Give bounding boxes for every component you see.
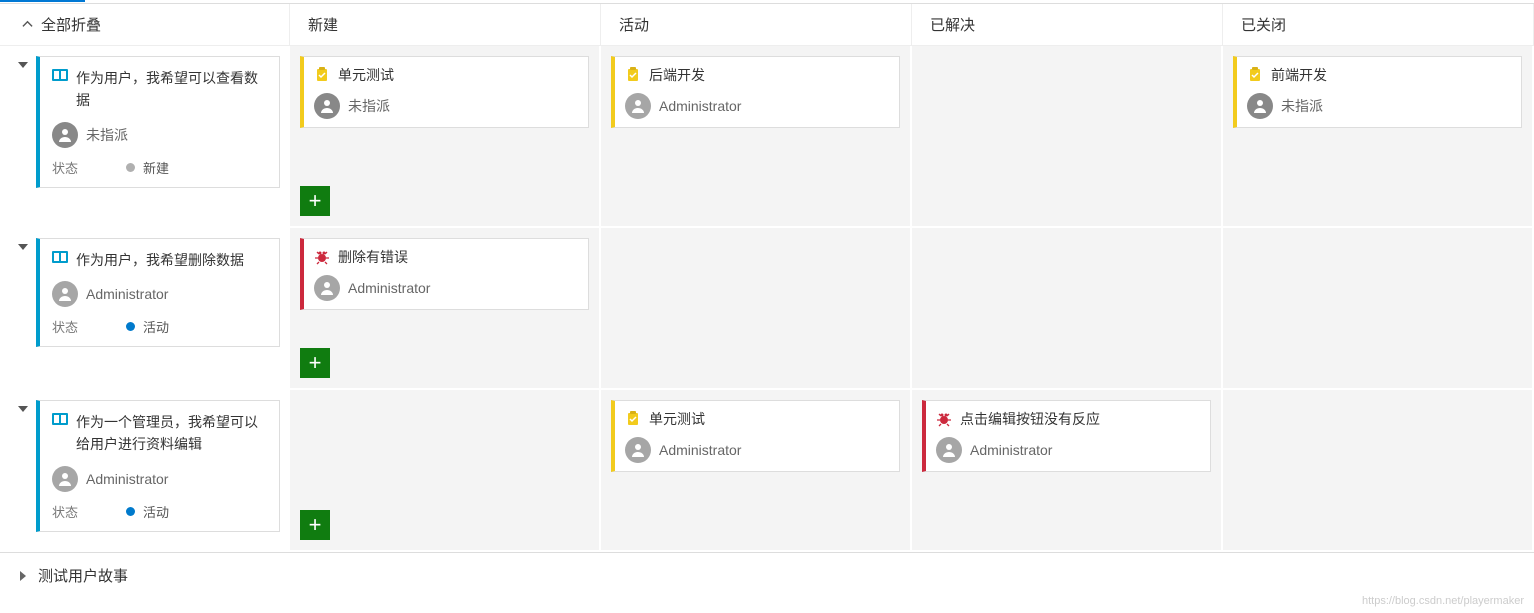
add-item-button[interactable]: + xyxy=(300,510,330,540)
column-header-new[interactable]: 新建 xyxy=(290,4,601,45)
task-icon xyxy=(1247,67,1263,83)
column-headers: 全部折叠 新建 活动 已解决 已关闭 xyxy=(0,4,1534,46)
lane-active[interactable] xyxy=(601,228,912,388)
avatar-unassigned-icon xyxy=(52,122,78,148)
state-field-label: 状态 xyxy=(52,158,78,177)
swimlane-row: 作为用户，我希望可以查看数据 未指派 状态 新建 单元测试 未指派 xyxy=(0,46,1534,228)
state-dot-icon xyxy=(126,322,135,331)
work-item-card[interactable]: 点击编辑按钮没有反应 Administrator xyxy=(922,400,1211,472)
watermark: https://blog.csdn.net/playermaker xyxy=(1362,595,1524,607)
assignee-label: 未指派 xyxy=(86,125,128,145)
avatar-icon xyxy=(314,275,340,301)
state-dot-icon xyxy=(126,507,135,516)
avatar-icon xyxy=(52,281,78,307)
user-story-icon xyxy=(52,411,68,427)
lane-active[interactable]: 后端开发 Administrator xyxy=(601,46,912,226)
work-item-card[interactable]: 单元测试 未指派 xyxy=(300,56,589,128)
add-item-button[interactable]: + xyxy=(300,186,330,216)
column-header-resolved[interactable]: 已解决 xyxy=(912,4,1223,45)
group-label: 测试用户故事 xyxy=(38,565,128,586)
story-title: 作为用户，我希望删除数据 xyxy=(76,249,244,271)
work-item-card[interactable]: 后端开发 Administrator xyxy=(611,56,900,128)
lane-new[interactable]: 单元测试 未指派 + xyxy=(290,46,601,226)
lane-new[interactable]: + xyxy=(290,390,601,550)
state-dot-icon xyxy=(126,163,135,172)
collapse-all-button[interactable]: 全部折叠 xyxy=(0,4,290,45)
collapse-icon xyxy=(22,19,33,30)
row-collapse-toggle[interactable] xyxy=(18,62,28,68)
work-item-card[interactable]: 前端开发 未指派 xyxy=(1233,56,1522,128)
task-icon xyxy=(625,411,641,427)
collapsed-group-row[interactable]: 测试用户故事 xyxy=(0,552,1534,598)
chevron-right-icon xyxy=(20,571,26,581)
user-story-icon xyxy=(52,249,68,265)
swimlane-row: 作为一个管理员，我希望可以给用户进行资料编辑 Administrator 状态 … xyxy=(0,390,1534,552)
lane-resolved[interactable]: 点击编辑按钮没有反应 Administrator xyxy=(912,390,1223,550)
collapse-all-label: 全部折叠 xyxy=(41,14,101,35)
bug-icon xyxy=(936,411,952,427)
avatar-icon xyxy=(625,93,651,119)
lane-closed[interactable]: 前端开发 未指派 xyxy=(1223,46,1534,226)
story-title: 作为用户，我希望可以查看数据 xyxy=(76,67,267,112)
lane-resolved[interactable] xyxy=(912,228,1223,388)
bug-icon xyxy=(314,249,330,265)
user-story-card[interactable]: 作为用户，我希望可以查看数据 未指派 状态 新建 xyxy=(36,56,280,188)
lane-closed[interactable] xyxy=(1223,390,1534,550)
add-item-button[interactable]: + xyxy=(300,348,330,378)
avatar-icon xyxy=(52,466,78,492)
avatar-icon xyxy=(936,437,962,463)
lane-new[interactable]: 删除有错误 Administrator + xyxy=(290,228,601,388)
lane-active[interactable]: 单元测试 Administrator xyxy=(601,390,912,550)
row-collapse-toggle[interactable] xyxy=(18,244,28,250)
user-story-card[interactable]: 作为一个管理员，我希望可以给用户进行资料编辑 Administrator 状态 … xyxy=(36,400,280,532)
work-item-card[interactable]: 单元测试 Administrator xyxy=(611,400,900,472)
avatar-icon xyxy=(625,437,651,463)
story-title: 作为一个管理员，我希望可以给用户进行资料编辑 xyxy=(76,411,267,456)
row-collapse-toggle[interactable] xyxy=(18,406,28,412)
lane-closed[interactable] xyxy=(1223,228,1534,388)
swimlane-row: 作为用户，我希望删除数据 Administrator 状态 活动 删除有错误 A… xyxy=(0,228,1534,390)
avatar-unassigned-icon xyxy=(314,93,340,119)
task-icon xyxy=(625,67,641,83)
user-story-card[interactable]: 作为用户，我希望删除数据 Administrator 状态 活动 xyxy=(36,238,280,347)
task-icon xyxy=(314,67,330,83)
work-item-card[interactable]: 删除有错误 Administrator xyxy=(300,238,589,310)
lane-resolved[interactable] xyxy=(912,46,1223,226)
avatar-unassigned-icon xyxy=(1247,93,1273,119)
user-story-icon xyxy=(52,67,68,83)
column-header-active[interactable]: 活动 xyxy=(601,4,912,45)
column-header-closed[interactable]: 已关闭 xyxy=(1223,4,1534,45)
